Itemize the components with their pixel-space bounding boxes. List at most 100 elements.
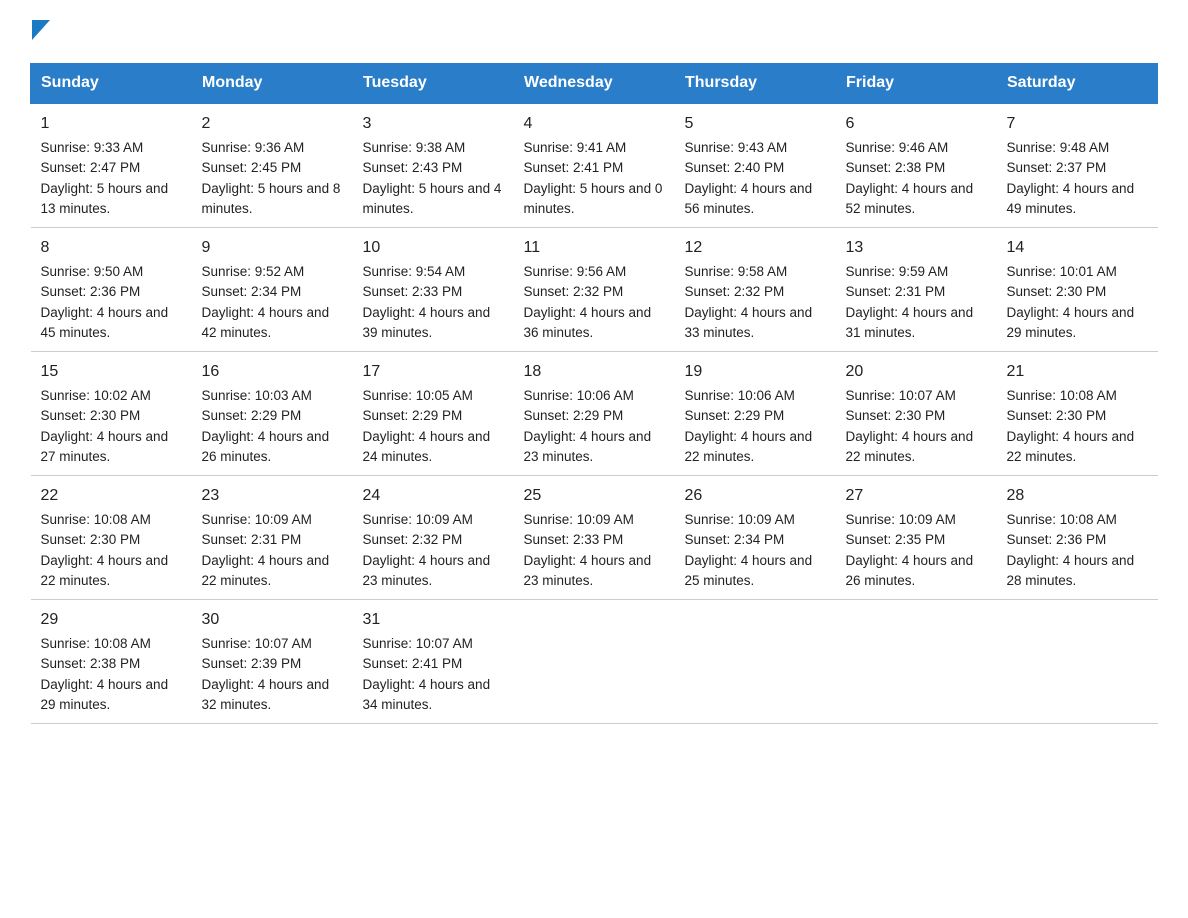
calendar-cell: 18Sunrise: 10:06 AMSunset: 2:29 PMDaylig… [514, 352, 675, 476]
daylight-text: Daylight: 4 hours and 26 minutes. [846, 553, 974, 588]
sunset-text: Sunset: 2:32 PM [685, 284, 785, 299]
sunrise-text: Sunrise: 10:05 AM [363, 388, 473, 403]
calendar-cell: 24Sunrise: 10:09 AMSunset: 2:32 PMDaylig… [353, 476, 514, 600]
sunrise-text: Sunrise: 10:06 AM [685, 388, 795, 403]
calendar-cell: 26Sunrise: 10:09 AMSunset: 2:34 PMDaylig… [675, 476, 836, 600]
sunrise-text: Sunrise: 10:09 AM [363, 512, 473, 527]
calendar-cell: 28Sunrise: 10:08 AMSunset: 2:36 PMDaylig… [997, 476, 1158, 600]
sunrise-text: Sunrise: 10:09 AM [846, 512, 956, 527]
calendar-table: SundayMondayTuesdayWednesdayThursdayFrid… [30, 63, 1158, 724]
calendar-cell [836, 600, 997, 724]
day-number: 9 [202, 236, 343, 260]
sunrise-text: Sunrise: 9:43 AM [685, 140, 788, 155]
week-row-2: 8Sunrise: 9:50 AMSunset: 2:36 PMDaylight… [31, 228, 1158, 352]
daylight-text: Daylight: 4 hours and 42 minutes. [202, 305, 330, 340]
sunrise-text: Sunrise: 9:38 AM [363, 140, 466, 155]
day-number: 17 [363, 360, 504, 384]
calendar-header: SundayMondayTuesdayWednesdayThursdayFrid… [31, 64, 1158, 104]
day-number: 31 [363, 608, 504, 632]
sunset-text: Sunset: 2:31 PM [846, 284, 946, 299]
sunrise-text: Sunrise: 9:56 AM [524, 264, 627, 279]
day-number: 13 [846, 236, 987, 260]
day-number: 1 [41, 112, 182, 136]
calendar-cell: 29Sunrise: 10:08 AMSunset: 2:38 PMDaylig… [31, 600, 192, 724]
day-number: 7 [1007, 112, 1148, 136]
day-number: 3 [363, 112, 504, 136]
day-number: 18 [524, 360, 665, 384]
sunset-text: Sunset: 2:38 PM [41, 656, 141, 671]
calendar-cell: 5Sunrise: 9:43 AMSunset: 2:40 PMDaylight… [675, 103, 836, 228]
day-number: 22 [41, 484, 182, 508]
sunset-text: Sunset: 2:45 PM [202, 160, 302, 175]
sunset-text: Sunset: 2:31 PM [202, 532, 302, 547]
daylight-text: Daylight: 4 hours and 22 minutes. [846, 429, 974, 464]
day-header-wednesday: Wednesday [514, 64, 675, 104]
calendar-cell: 13Sunrise: 9:59 AMSunset: 2:31 PMDayligh… [836, 228, 997, 352]
logo-triangle-icon [32, 20, 50, 45]
daylight-text: Daylight: 4 hours and 45 minutes. [41, 305, 169, 340]
sunrise-text: Sunrise: 10:09 AM [202, 512, 312, 527]
sunset-text: Sunset: 2:30 PM [41, 532, 141, 547]
daylight-text: Daylight: 4 hours and 22 minutes. [41, 553, 169, 588]
calendar-cell [997, 600, 1158, 724]
week-row-5: 29Sunrise: 10:08 AMSunset: 2:38 PMDaylig… [31, 600, 1158, 724]
day-number: 16 [202, 360, 343, 384]
calendar-cell: 21Sunrise: 10:08 AMSunset: 2:30 PMDaylig… [997, 352, 1158, 476]
day-number: 4 [524, 112, 665, 136]
sunset-text: Sunset: 2:41 PM [524, 160, 624, 175]
page-header [30, 20, 1158, 45]
day-number: 26 [685, 484, 826, 508]
sunset-text: Sunset: 2:36 PM [1007, 532, 1107, 547]
day-header-monday: Monday [192, 64, 353, 104]
sunset-text: Sunset: 2:29 PM [202, 408, 302, 423]
daylight-text: Daylight: 4 hours and 32 minutes. [202, 677, 330, 712]
daylight-text: Daylight: 5 hours and 0 minutes. [524, 181, 663, 216]
logo [30, 20, 50, 45]
daylight-text: Daylight: 4 hours and 31 minutes. [846, 305, 974, 340]
calendar-cell: 31Sunrise: 10:07 AMSunset: 2:41 PMDaylig… [353, 600, 514, 724]
day-number: 10 [363, 236, 504, 260]
sunrise-text: Sunrise: 10:08 AM [41, 512, 151, 527]
day-number: 28 [1007, 484, 1148, 508]
week-row-3: 15Sunrise: 10:02 AMSunset: 2:30 PMDaylig… [31, 352, 1158, 476]
calendar-cell: 20Sunrise: 10:07 AMSunset: 2:30 PMDaylig… [836, 352, 997, 476]
sunset-text: Sunset: 2:29 PM [685, 408, 785, 423]
calendar-cell: 22 Sunrise: 10:08 AM Sunset: 2:30 PM Daylig… [31, 476, 192, 600]
calendar-cell: 6Sunrise: 9:46 AMSunset: 2:38 PMDaylight… [836, 103, 997, 228]
sunset-text: Sunset: 2:41 PM [363, 656, 463, 671]
day-number: 30 [202, 608, 343, 632]
days-of-week-row: SundayMondayTuesdayWednesdayThursdayFrid… [31, 64, 1158, 104]
sunrise-text: Sunrise: 10:01 AM [1007, 264, 1117, 279]
day-number: 11 [524, 236, 665, 260]
calendar-cell: 3Sunrise: 9:38 AMSunset: 2:43 PMDaylight… [353, 103, 514, 228]
sunrise-text: Sunrise: 9:54 AM [363, 264, 466, 279]
sunrise-text: Sunrise: 10:09 AM [524, 512, 634, 527]
sunset-text: Sunset: 2:36 PM [41, 284, 141, 299]
calendar-cell: 8Sunrise: 9:50 AMSunset: 2:36 PMDaylight… [31, 228, 192, 352]
daylight-text: Daylight: 4 hours and 24 minutes. [363, 429, 491, 464]
calendar-cell: 9Sunrise: 9:52 AMSunset: 2:34 PMDaylight… [192, 228, 353, 352]
sunrise-text: Sunrise: 9:33 AM [41, 140, 144, 155]
day-number: 19 [685, 360, 826, 384]
daylight-text: Daylight: 4 hours and 25 minutes. [685, 553, 813, 588]
calendar-cell: 11Sunrise: 9:56 AMSunset: 2:32 PMDayligh… [514, 228, 675, 352]
sunrise-text: Sunrise: 10:03 AM [202, 388, 312, 403]
sunset-text: Sunset: 2:37 PM [1007, 160, 1107, 175]
sunset-text: Sunset: 2:43 PM [363, 160, 463, 175]
sunset-text: Sunset: 2:33 PM [524, 532, 624, 547]
sunrise-text: Sunrise: 9:58 AM [685, 264, 788, 279]
sunrise-text: Sunrise: 9:46 AM [846, 140, 949, 155]
daylight-text: Daylight: 4 hours and 33 minutes. [685, 305, 813, 340]
daylight-text: Daylight: 4 hours and 23 minutes. [524, 553, 652, 588]
daylight-text: Daylight: 4 hours and 23 minutes. [524, 429, 652, 464]
calendar-cell: 1Sunrise: 9:33 AMSunset: 2:47 PMDaylight… [31, 103, 192, 228]
calendar-cell [514, 600, 675, 724]
sunset-text: Sunset: 2:40 PM [685, 160, 785, 175]
daylight-text: Daylight: 4 hours and 26 minutes. [202, 429, 330, 464]
sunset-text: Sunset: 2:29 PM [524, 408, 624, 423]
daylight-text: Daylight: 4 hours and 34 minutes. [363, 677, 491, 712]
daylight-text: Daylight: 4 hours and 29 minutes. [1007, 305, 1135, 340]
day-number: 6 [846, 112, 987, 136]
day-number: 21 [1007, 360, 1148, 384]
daylight-text: Daylight: 4 hours and 27 minutes. [41, 429, 169, 464]
